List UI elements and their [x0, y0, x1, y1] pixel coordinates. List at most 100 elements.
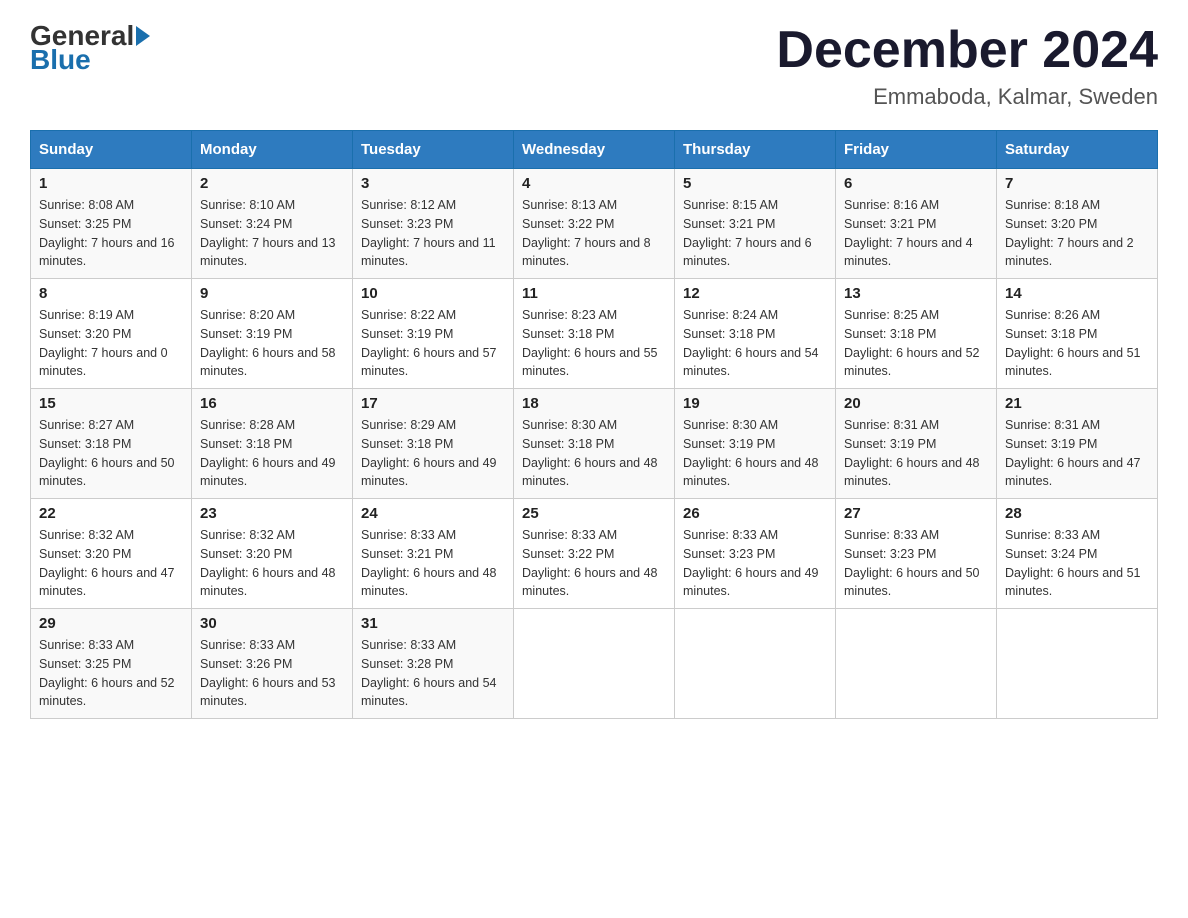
calendar-day-cell: 12 Sunrise: 8:24 AMSunset: 3:18 PMDaylig…: [675, 279, 836, 389]
calendar-week-row: 1 Sunrise: 8:08 AMSunset: 3:25 PMDayligh…: [31, 169, 1158, 279]
calendar-day-cell: 24 Sunrise: 8:33 AMSunset: 3:21 PMDaylig…: [353, 499, 514, 609]
day-number: 29: [39, 615, 183, 632]
calendar-day-cell: 3 Sunrise: 8:12 AMSunset: 3:23 PMDayligh…: [353, 169, 514, 279]
day-number: 23: [200, 505, 344, 522]
calendar-day-cell: 1 Sunrise: 8:08 AMSunset: 3:25 PMDayligh…: [31, 169, 192, 279]
calendar-day-cell: 5 Sunrise: 8:15 AMSunset: 3:21 PMDayligh…: [675, 169, 836, 279]
day-number: 3: [361, 175, 505, 192]
day-number: 25: [522, 505, 666, 522]
calendar-week-row: 15 Sunrise: 8:27 AMSunset: 3:18 PMDaylig…: [31, 389, 1158, 499]
day-info: Sunrise: 8:33 AMSunset: 3:24 PMDaylight:…: [1005, 528, 1141, 598]
day-info: Sunrise: 8:32 AMSunset: 3:20 PMDaylight:…: [200, 528, 336, 598]
calendar-day-cell: 27 Sunrise: 8:33 AMSunset: 3:23 PMDaylig…: [836, 499, 997, 609]
calendar-day-cell: 9 Sunrise: 8:20 AMSunset: 3:19 PMDayligh…: [192, 279, 353, 389]
calendar-day-cell: 25 Sunrise: 8:33 AMSunset: 3:22 PMDaylig…: [514, 499, 675, 609]
day-info: Sunrise: 8:15 AMSunset: 3:21 PMDaylight:…: [683, 198, 812, 268]
day-number: 17: [361, 395, 505, 412]
day-info: Sunrise: 8:33 AMSunset: 3:26 PMDaylight:…: [200, 638, 336, 708]
month-year-title: December 2024: [776, 20, 1158, 80]
day-number: 21: [1005, 395, 1149, 412]
calendar-day-cell: 2 Sunrise: 8:10 AMSunset: 3:24 PMDayligh…: [192, 169, 353, 279]
day-number: 15: [39, 395, 183, 412]
day-number: 16: [200, 395, 344, 412]
calendar-day-cell: 14 Sunrise: 8:26 AMSunset: 3:18 PMDaylig…: [997, 279, 1158, 389]
calendar-day-cell: 26 Sunrise: 8:33 AMSunset: 3:23 PMDaylig…: [675, 499, 836, 609]
day-number: 11: [522, 285, 666, 302]
day-number: 31: [361, 615, 505, 632]
day-info: Sunrise: 8:19 AMSunset: 3:20 PMDaylight:…: [39, 308, 168, 378]
day-info: Sunrise: 8:31 AMSunset: 3:19 PMDaylight:…: [1005, 418, 1141, 488]
day-info: Sunrise: 8:23 AMSunset: 3:18 PMDaylight:…: [522, 308, 658, 378]
day-number: 6: [844, 175, 988, 192]
calendar-day-cell: 6 Sunrise: 8:16 AMSunset: 3:21 PMDayligh…: [836, 169, 997, 279]
location-subtitle: Emmaboda, Kalmar, Sweden: [776, 84, 1158, 110]
day-info: Sunrise: 8:33 AMSunset: 3:25 PMDaylight:…: [39, 638, 175, 708]
calendar-day-cell: [675, 609, 836, 719]
calendar-day-cell: 23 Sunrise: 8:32 AMSunset: 3:20 PMDaylig…: [192, 499, 353, 609]
day-number: 26: [683, 505, 827, 522]
day-info: Sunrise: 8:26 AMSunset: 3:18 PMDaylight:…: [1005, 308, 1141, 378]
day-number: 13: [844, 285, 988, 302]
calendar-day-cell: 13 Sunrise: 8:25 AMSunset: 3:18 PMDaylig…: [836, 279, 997, 389]
calendar-week-row: 22 Sunrise: 8:32 AMSunset: 3:20 PMDaylig…: [31, 499, 1158, 609]
day-info: Sunrise: 8:18 AMSunset: 3:20 PMDaylight:…: [1005, 198, 1134, 268]
day-number: 22: [39, 505, 183, 522]
calendar-day-cell: 30 Sunrise: 8:33 AMSunset: 3:26 PMDaylig…: [192, 609, 353, 719]
day-info: Sunrise: 8:29 AMSunset: 3:18 PMDaylight:…: [361, 418, 497, 488]
calendar-day-cell: 15 Sunrise: 8:27 AMSunset: 3:18 PMDaylig…: [31, 389, 192, 499]
day-number: 1: [39, 175, 183, 192]
day-info: Sunrise: 8:33 AMSunset: 3:21 PMDaylight:…: [361, 528, 497, 598]
calendar-day-cell: 4 Sunrise: 8:13 AMSunset: 3:22 PMDayligh…: [514, 169, 675, 279]
calendar-day-cell: 21 Sunrise: 8:31 AMSunset: 3:19 PMDaylig…: [997, 389, 1158, 499]
day-info: Sunrise: 8:20 AMSunset: 3:19 PMDaylight:…: [200, 308, 336, 378]
day-info: Sunrise: 8:24 AMSunset: 3:18 PMDaylight:…: [683, 308, 819, 378]
calendar-day-cell: [836, 609, 997, 719]
day-info: Sunrise: 8:13 AMSunset: 3:22 PMDaylight:…: [522, 198, 651, 268]
col-thursday: Thursday: [675, 131, 836, 169]
day-info: Sunrise: 8:33 AMSunset: 3:23 PMDaylight:…: [844, 528, 980, 598]
calendar-header: Sunday Monday Tuesday Wednesday Thursday…: [31, 131, 1158, 169]
weekday-header-row: Sunday Monday Tuesday Wednesday Thursday…: [31, 131, 1158, 169]
calendar-body: 1 Sunrise: 8:08 AMSunset: 3:25 PMDayligh…: [31, 169, 1158, 719]
calendar-day-cell: 19 Sunrise: 8:30 AMSunset: 3:19 PMDaylig…: [675, 389, 836, 499]
calendar-day-cell: 11 Sunrise: 8:23 AMSunset: 3:18 PMDaylig…: [514, 279, 675, 389]
calendar-day-cell: [514, 609, 675, 719]
day-number: 8: [39, 285, 183, 302]
calendar-day-cell: 7 Sunrise: 8:18 AMSunset: 3:20 PMDayligh…: [997, 169, 1158, 279]
calendar-day-cell: 29 Sunrise: 8:33 AMSunset: 3:25 PMDaylig…: [31, 609, 192, 719]
day-number: 28: [1005, 505, 1149, 522]
day-info: Sunrise: 8:10 AMSunset: 3:24 PMDaylight:…: [200, 198, 336, 268]
col-friday: Friday: [836, 131, 997, 169]
calendar-week-row: 29 Sunrise: 8:33 AMSunset: 3:25 PMDaylig…: [31, 609, 1158, 719]
day-number: 24: [361, 505, 505, 522]
col-wednesday: Wednesday: [514, 131, 675, 169]
day-info: Sunrise: 8:08 AMSunset: 3:25 PMDaylight:…: [39, 198, 175, 268]
day-number: 19: [683, 395, 827, 412]
col-saturday: Saturday: [997, 131, 1158, 169]
calendar-day-cell: [997, 609, 1158, 719]
day-info: Sunrise: 8:28 AMSunset: 3:18 PMDaylight:…: [200, 418, 336, 488]
day-number: 20: [844, 395, 988, 412]
logo-blue-text: Blue: [30, 44, 91, 75]
day-info: Sunrise: 8:16 AMSunset: 3:21 PMDaylight:…: [844, 198, 973, 268]
day-number: 5: [683, 175, 827, 192]
day-number: 2: [200, 175, 344, 192]
day-info: Sunrise: 8:33 AMSunset: 3:28 PMDaylight:…: [361, 638, 497, 708]
calendar-week-row: 8 Sunrise: 8:19 AMSunset: 3:20 PMDayligh…: [31, 279, 1158, 389]
day-info: Sunrise: 8:27 AMSunset: 3:18 PMDaylight:…: [39, 418, 175, 488]
calendar-day-cell: 28 Sunrise: 8:33 AMSunset: 3:24 PMDaylig…: [997, 499, 1158, 609]
day-info: Sunrise: 8:12 AMSunset: 3:23 PMDaylight:…: [361, 198, 496, 268]
day-info: Sunrise: 8:25 AMSunset: 3:18 PMDaylight:…: [844, 308, 980, 378]
calendar-day-cell: 20 Sunrise: 8:31 AMSunset: 3:19 PMDaylig…: [836, 389, 997, 499]
col-sunday: Sunday: [31, 131, 192, 169]
day-number: 30: [200, 615, 344, 632]
day-info: Sunrise: 8:30 AMSunset: 3:18 PMDaylight:…: [522, 418, 658, 488]
day-number: 9: [200, 285, 344, 302]
day-info: Sunrise: 8:33 AMSunset: 3:23 PMDaylight:…: [683, 528, 819, 598]
day-info: Sunrise: 8:31 AMSunset: 3:19 PMDaylight:…: [844, 418, 980, 488]
day-number: 7: [1005, 175, 1149, 192]
calendar-day-cell: 8 Sunrise: 8:19 AMSunset: 3:20 PMDayligh…: [31, 279, 192, 389]
calendar-day-cell: 16 Sunrise: 8:28 AMSunset: 3:18 PMDaylig…: [192, 389, 353, 499]
day-number: 10: [361, 285, 505, 302]
day-number: 27: [844, 505, 988, 522]
